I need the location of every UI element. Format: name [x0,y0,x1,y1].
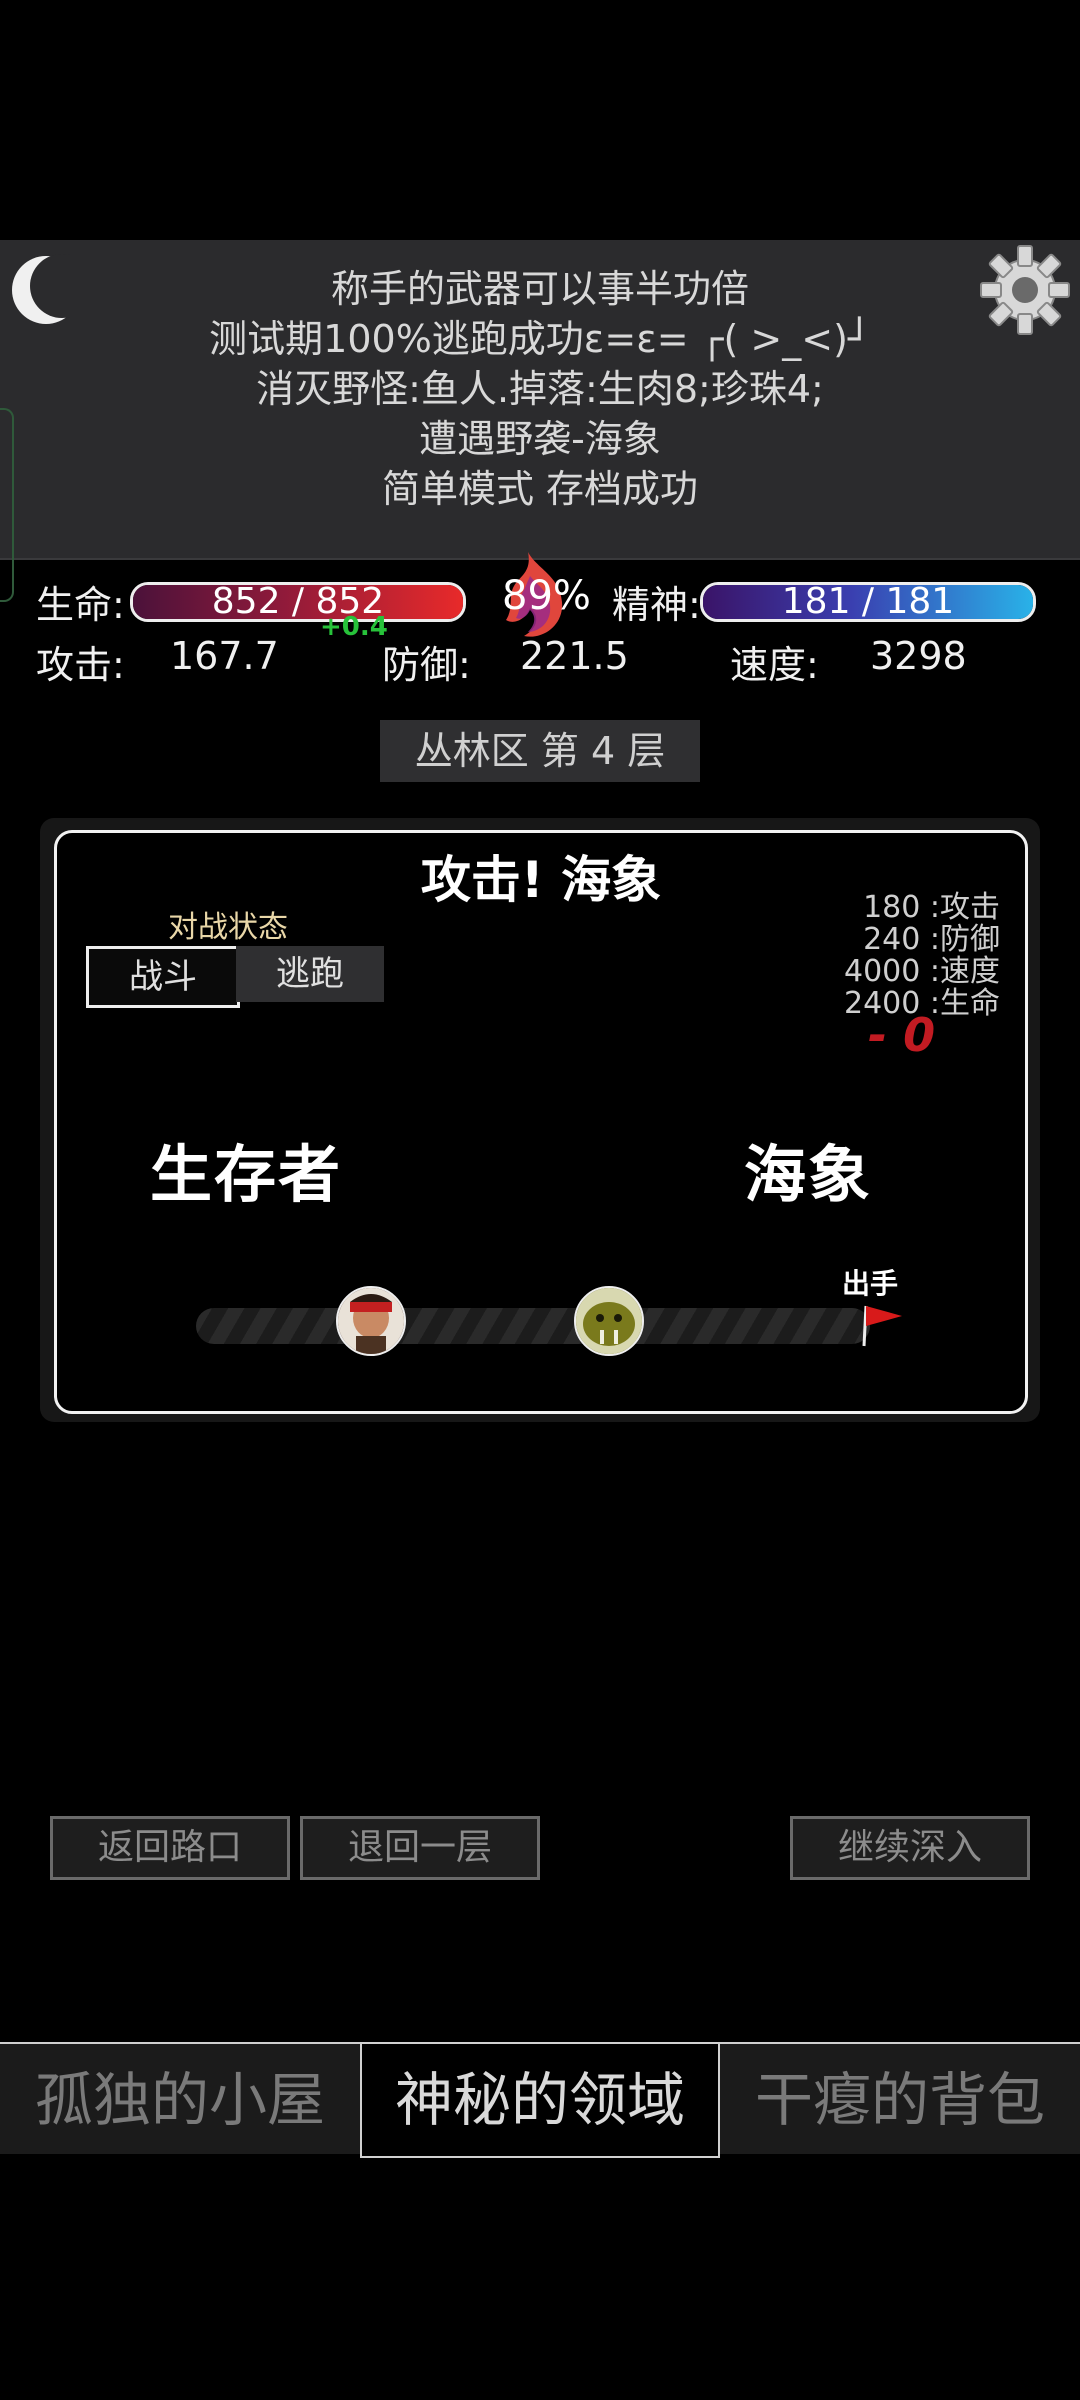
gear-icon[interactable] [975,240,1075,340]
sanity-percent: 89% [502,573,591,619]
sp-value: 181 / 181 [781,582,955,622]
fight-button[interactable]: 战斗 [86,946,240,1008]
battle-mode-label: 对战状态 [168,910,288,945]
walrus-avatar-icon [574,1286,644,1356]
player-name: 生存者 [150,1138,343,1211]
go-deeper-button[interactable]: 继续深入 [790,1816,1030,1880]
turn-label: 出手 [842,1267,899,1300]
message-log: 称手的武器可以事半功倍 测试期100%逃跑成功ε=ε= ┌( >_<)┘ 消灭野… [0,240,1080,560]
attack-label: 攻击: [36,643,125,687]
attack-value: 167.7 [170,634,279,678]
log-line: 测试期100%逃跑成功ε=ε= ┌( >_<)┘ [209,317,871,361]
enemy-defense: 240 :防御 [863,922,1000,957]
turn-order-track [196,1308,870,1344]
log-line: 遭遇野袭-海象 [419,417,661,461]
damage-number: - 0 [868,1008,936,1062]
sp-bar: 181 / 181 [700,582,1036,622]
speed-label: 速度: [730,643,819,687]
speed-value: 3298 [870,634,967,678]
enemy-name: 海象 [744,1138,873,1211]
tab-shriveled-backpack[interactable]: 干瘪的背包 [720,2042,1080,2154]
moon-icon[interactable] [10,250,94,330]
back-to-crossroad-button[interactable]: 返回路口 [50,1816,290,1880]
hp-bar: 852 / 852 [130,582,466,622]
log-line: 简单模式 存档成功 [381,467,699,511]
sp-label: 精神: [612,583,701,627]
enemy-attack: 180 :攻击 [863,890,1000,925]
hp-value: 852 / 852 [211,582,385,622]
hp-label: 生命: [36,583,125,627]
tab-lonely-cabin[interactable]: 孤独的小屋 [0,2042,360,2154]
side-drawer-handle[interactable] [0,408,14,602]
player-avatar-icon [336,1286,406,1356]
enemy-speed: 4000 :速度 [844,954,1000,989]
back-one-floor-button[interactable]: 退回一层 [300,1816,540,1880]
log-line: 称手的武器可以事半功倍 [330,267,749,311]
log-line: 消灭野怪:鱼人.掉落:生肉8;珍珠4; [256,367,824,411]
hp-regen: +0.4 [320,612,388,642]
defense-label: 防御: [382,643,471,687]
floor-indicator: 丛林区 第 4 层 [380,720,700,782]
flee-button[interactable]: 逃跑 [236,946,384,1002]
turn-flag-icon [860,1300,906,1348]
tab-mysterious-realm[interactable]: 神秘的领域 [360,2042,720,2158]
